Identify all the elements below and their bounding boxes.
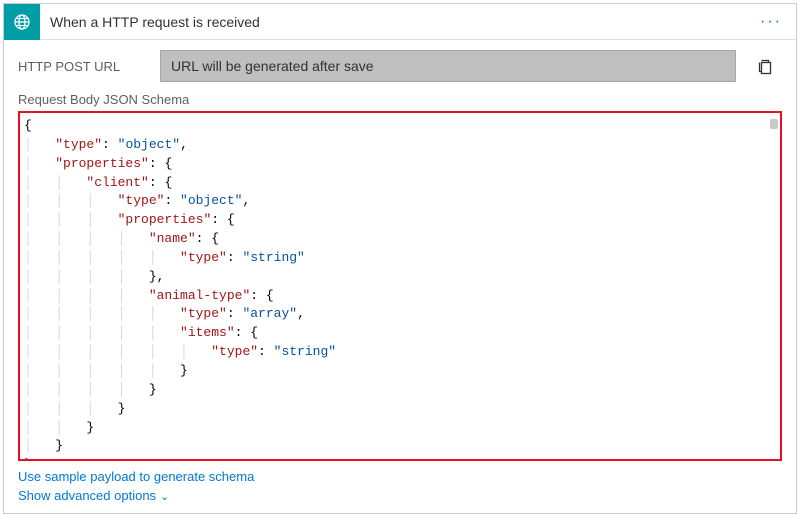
code-line: │ │ │ │ │ "type": "string": [24, 249, 774, 268]
card-body: HTTP POST URL URL will be generated afte…: [4, 40, 796, 513]
trigger-card: When a HTTP request is received ··· HTTP…: [3, 3, 797, 514]
footer-links: Use sample payload to generate schema Sh…: [18, 467, 782, 505]
code-line: │ }: [24, 437, 774, 456]
code-line: │ │ │ │ │ }: [24, 362, 774, 381]
code-line: │ │ }: [24, 419, 774, 438]
post-url-label: HTTP POST URL: [18, 59, 148, 74]
copy-url-button[interactable]: [748, 50, 782, 82]
code-line: │ │ │ │ │ "type": "array",: [24, 305, 774, 324]
code-line: │ "properties": {: [24, 155, 774, 174]
code-line: │ │ │ "properties": {: [24, 211, 774, 230]
copy-icon: [756, 57, 774, 75]
schema-editor[interactable]: {│ "type": "object",│ "properties": {│ │…: [18, 111, 782, 461]
more-options-button[interactable]: ···: [746, 13, 796, 31]
code-line: │ │ │ "type": "object",: [24, 192, 774, 211]
code-line: │ │ │ │ }: [24, 381, 774, 400]
code-line: │ │ │ │ │ │ "type": "string": [24, 343, 774, 362]
use-sample-payload-link[interactable]: Use sample payload to generate schema: [18, 467, 782, 486]
show-advanced-options-link[interactable]: Show advanced options ⌄: [18, 486, 782, 505]
advanced-options-label: Show advanced options: [18, 488, 156, 503]
code-line: │ "type": "object",: [24, 136, 774, 155]
code-line: │ │ │ │ "animal-type": {: [24, 287, 774, 306]
code-line: │ │ "client": {: [24, 174, 774, 193]
schema-label: Request Body JSON Schema: [18, 92, 782, 107]
http-request-icon: [4, 4, 40, 40]
scrollbar-thumb[interactable]: [770, 119, 778, 129]
code-line: │ │ │ }: [24, 400, 774, 419]
code-line: │ │ │ │ "name": {: [24, 230, 774, 249]
code-line: │ │ │ │ },: [24, 268, 774, 287]
chevron-down-icon: ⌄: [160, 491, 169, 503]
post-url-row: HTTP POST URL URL will be generated afte…: [18, 50, 782, 82]
card-title: When a HTTP request is received: [40, 14, 746, 30]
post-url-field: URL will be generated after save: [160, 50, 736, 82]
card-header[interactable]: When a HTTP request is received ···: [4, 4, 796, 40]
code-line: {: [24, 117, 774, 136]
code-line: │ │ │ │ │ "items": {: [24, 324, 774, 343]
code-line: }: [24, 456, 774, 461]
